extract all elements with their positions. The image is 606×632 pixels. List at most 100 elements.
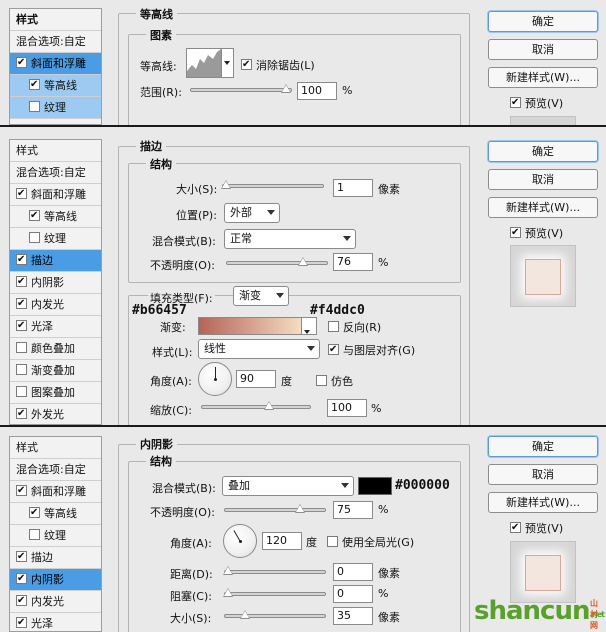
checkbox[interactable] bbox=[16, 364, 27, 375]
checkbox[interactable] bbox=[16, 485, 27, 496]
checkbox[interactable] bbox=[16, 617, 27, 628]
size-slider[interactable] bbox=[224, 610, 326, 619]
position-select[interactable]: 外部 bbox=[224, 203, 280, 223]
style-item-inner-glow[interactable]: 内发光 bbox=[10, 294, 101, 316]
choke-slider[interactable] bbox=[223, 588, 326, 597]
style-item-stroke[interactable]: 描边 bbox=[10, 250, 101, 272]
distance-slider[interactable] bbox=[223, 566, 326, 575]
gradient-style-select[interactable]: 线性 bbox=[198, 339, 320, 359]
angle-input[interactable]: 90 bbox=[236, 370, 276, 388]
dither-checkbox[interactable]: 仿色 bbox=[316, 373, 353, 389]
new-style-button[interactable]: 新建样式(W)... bbox=[488, 492, 598, 513]
checkbox[interactable] bbox=[16, 298, 27, 309]
style-item-texture[interactable]: 纹理 bbox=[10, 228, 101, 250]
style-item-contour[interactable]: 等高线 bbox=[10, 75, 101, 97]
style-item-satin[interactable]: 光泽 bbox=[10, 613, 101, 631]
styles-header[interactable]: 样式 bbox=[10, 140, 101, 162]
slider-thumb[interactable] bbox=[223, 566, 233, 575]
style-item-color-overlay[interactable]: 颜色叠加 bbox=[10, 338, 101, 360]
angle-dial[interactable] bbox=[223, 524, 257, 558]
choke-input[interactable]: 0 bbox=[333, 585, 373, 603]
blend-options-item[interactable]: 混合选项:自定 bbox=[10, 459, 101, 481]
range-input[interactable]: 100 bbox=[297, 82, 337, 100]
checkbox[interactable] bbox=[29, 232, 40, 243]
slider-thumb[interactable] bbox=[298, 257, 308, 266]
checkbox[interactable] bbox=[16, 188, 27, 199]
checkbox[interactable] bbox=[16, 57, 27, 68]
angle-dial[interactable] bbox=[198, 362, 232, 396]
fill-type-select[interactable]: 渐变 bbox=[233, 286, 289, 306]
checkbox[interactable] bbox=[328, 344, 339, 355]
size-input[interactable]: 1 bbox=[333, 179, 373, 197]
styles-header[interactable]: 样式 bbox=[10, 437, 101, 459]
checkbox[interactable] bbox=[16, 276, 27, 287]
range-slider[interactable] bbox=[190, 84, 292, 93]
cancel-button[interactable]: 取消 bbox=[488, 169, 598, 190]
checkbox[interactable] bbox=[316, 375, 327, 386]
style-item-bevel[interactable]: 斜面和浮雕 bbox=[10, 481, 101, 503]
shadow-color-swatch[interactable] bbox=[358, 477, 392, 495]
slider-thumb[interactable] bbox=[281, 84, 291, 93]
style-item-texture[interactable]: 纹理 bbox=[10, 97, 101, 119]
ok-button[interactable]: 确定 bbox=[488, 11, 598, 32]
checkbox[interactable] bbox=[16, 551, 27, 562]
align-layer-checkbox[interactable]: 与图层对齐(G) bbox=[328, 342, 415, 358]
checkbox[interactable] bbox=[16, 386, 27, 397]
global-light-checkbox[interactable]: 使用全局光(G) bbox=[327, 534, 414, 550]
contour-picker[interactable] bbox=[186, 48, 222, 78]
gradient-dropdown-arrow[interactable] bbox=[301, 317, 317, 335]
opacity-input[interactable]: 75 bbox=[333, 501, 373, 519]
checkbox[interactable] bbox=[241, 59, 252, 70]
checkbox[interactable] bbox=[328, 321, 339, 332]
style-item-bevel[interactable]: 斜面和浮雕 bbox=[10, 53, 101, 75]
cancel-button[interactable]: 取消 bbox=[488, 464, 598, 485]
checkbox[interactable] bbox=[16, 320, 27, 331]
gradient-preview[interactable] bbox=[198, 317, 302, 335]
distance-input[interactable]: 0 bbox=[333, 563, 373, 581]
checkbox[interactable] bbox=[29, 101, 40, 112]
scale-input[interactable]: 100 bbox=[327, 399, 367, 417]
size-slider[interactable] bbox=[221, 180, 324, 189]
checkbox[interactable] bbox=[510, 97, 521, 108]
slider-thumb[interactable] bbox=[264, 401, 274, 410]
opacity-slider[interactable] bbox=[224, 504, 326, 513]
new-style-button[interactable]: 新建样式(W)... bbox=[488, 197, 598, 218]
new-style-button[interactable]: 新建样式(W)... bbox=[488, 67, 598, 88]
reverse-checkbox[interactable]: 反向(R) bbox=[328, 319, 381, 335]
blend-options-item[interactable]: 混合选项:自定 bbox=[10, 162, 101, 184]
contour-dropdown-arrow[interactable] bbox=[222, 48, 234, 78]
ok-button[interactable]: 确定 bbox=[488, 436, 598, 457]
checkbox[interactable] bbox=[16, 573, 27, 584]
style-item-stroke[interactable]: 描边 bbox=[10, 547, 101, 569]
style-item-texture[interactable]: 纹理 bbox=[10, 525, 101, 547]
angle-input[interactable]: 120 bbox=[262, 532, 302, 550]
blend-mode-select[interactable]: 正常 bbox=[224, 229, 356, 249]
checkbox[interactable] bbox=[16, 254, 27, 265]
cancel-button[interactable]: 取消 bbox=[488, 39, 598, 60]
style-item-inner-shadow[interactable]: 内阴影 bbox=[10, 569, 101, 591]
style-item-pattern-overlay[interactable]: 图案叠加 bbox=[10, 382, 101, 404]
blend-options-item[interactable]: 混合选项:自定 bbox=[10, 31, 101, 53]
checkbox[interactable] bbox=[510, 227, 521, 238]
ok-button[interactable]: 确定 bbox=[488, 141, 598, 162]
checkbox[interactable] bbox=[16, 595, 27, 606]
blend-mode-select[interactable]: 叠加 bbox=[222, 476, 354, 496]
style-item-inner-glow[interactable]: 内发光 bbox=[10, 591, 101, 613]
style-item-satin[interactable]: 光泽 bbox=[10, 316, 101, 338]
styles-header[interactable]: 样式 bbox=[10, 9, 101, 31]
checkbox[interactable] bbox=[16, 342, 27, 353]
slider-thumb[interactable] bbox=[295, 504, 305, 513]
style-item-gradient-overlay[interactable]: 渐变叠加 bbox=[10, 360, 101, 382]
preview-checkbox[interactable]: 预览(V) bbox=[510, 225, 563, 241]
antialias-checkbox[interactable]: 消除锯齿(L) bbox=[241, 57, 315, 73]
checkbox[interactable] bbox=[29, 79, 40, 90]
opacity-input[interactable]: 76 bbox=[333, 253, 373, 271]
preview-checkbox[interactable]: 预览(V) bbox=[510, 520, 563, 536]
checkbox[interactable] bbox=[29, 507, 40, 518]
checkbox[interactable] bbox=[16, 408, 27, 419]
scale-slider[interactable] bbox=[201, 401, 311, 410]
slider-thumb[interactable] bbox=[221, 180, 231, 189]
opacity-slider[interactable] bbox=[226, 257, 328, 266]
checkbox[interactable] bbox=[327, 536, 338, 547]
style-item-contour[interactable]: 等高线 bbox=[10, 206, 101, 228]
